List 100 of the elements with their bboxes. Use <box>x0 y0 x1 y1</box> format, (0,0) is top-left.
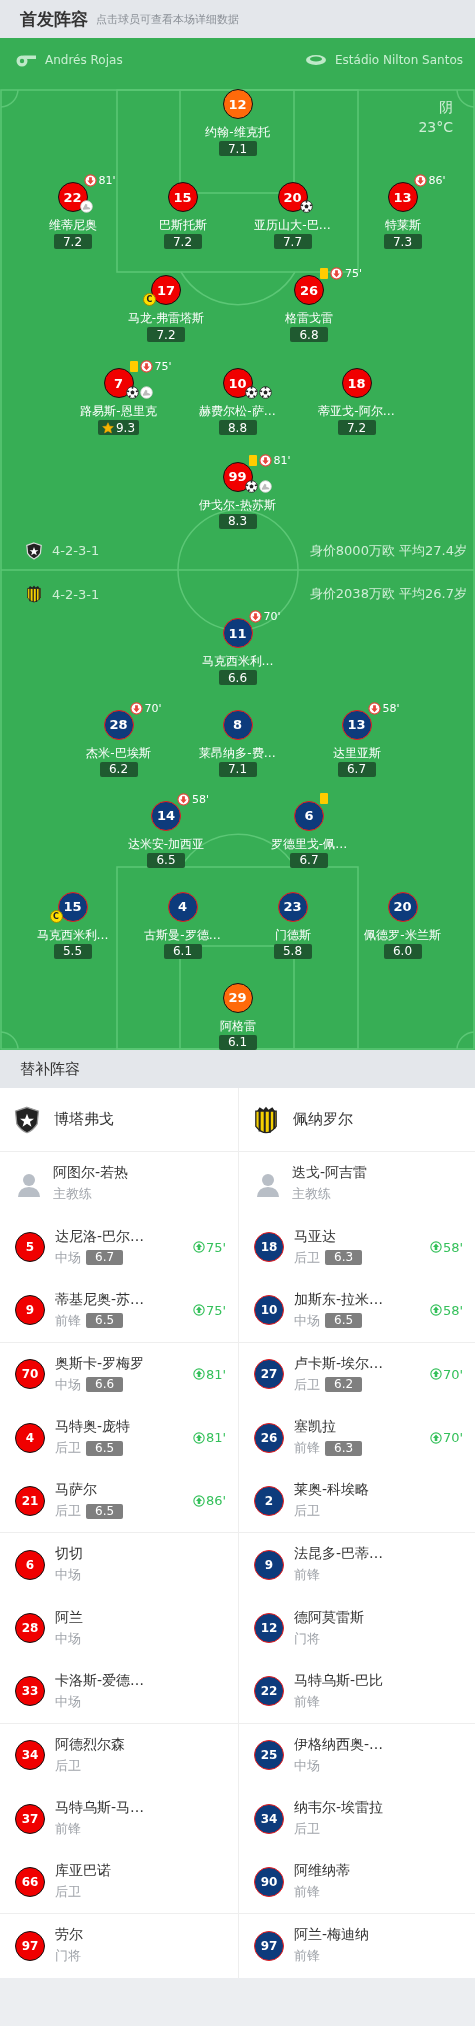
rating-value: 6.1 <box>227 1035 248 1050</box>
player-name[interactable]: 切切 <box>55 1545 83 1564</box>
section-title: 首发阵容 <box>20 7 88 31</box>
player-name: 古斯曼-罗德… <box>144 926 221 943</box>
player-name[interactable]: 达尼洛-巴尔… <box>55 1227 145 1246</box>
player-number-badge[interactable]: 10 <box>254 1295 284 1326</box>
player-name[interactable]: 莱奥-科埃略 <box>294 1481 370 1500</box>
player-name[interactable]: 卡洛斯-爱德… <box>55 1671 145 1690</box>
rating-value: 6.1 <box>172 944 193 959</box>
player-name[interactable]: 马特乌斯-马… <box>55 1799 145 1818</box>
player-number-badge[interactable]: 18 <box>254 1232 284 1263</box>
player-name[interactable]: 劳尔 <box>55 1926 83 1945</box>
player-number-badge[interactable]: 97 <box>15 1930 45 1961</box>
player-number-badge[interactable]: 6 <box>15 1549 45 1580</box>
sub-on-icon <box>429 1304 442 1317</box>
player-number-badge[interactable]: 4 <box>15 1422 45 1453</box>
substitution-minute: 75' <box>205 1302 226 1318</box>
player-number-badge[interactable]: 37 <box>15 1803 45 1834</box>
player-name[interactable]: 蒂基尼奥-苏… <box>55 1290 145 1309</box>
temperature-text: 23°C <box>418 119 453 135</box>
player-number-badge[interactable]: 90 <box>254 1866 284 1897</box>
booking-card-icon <box>320 268 328 280</box>
player-name[interactable]: 阿维纳蒂 <box>294 1862 350 1881</box>
player-number-badge[interactable]: 70 <box>15 1359 45 1390</box>
player-name[interactable]: 马特乌斯-巴比 <box>294 1671 384 1690</box>
player-number-badge[interactable]: 23 <box>277 891 308 922</box>
player-number-badge[interactable]: 12 <box>254 1613 284 1644</box>
player-name[interactable]: 纳韦尔-埃雷拉 <box>294 1799 384 1818</box>
player-number-badge[interactable]: 7 <box>103 368 134 399</box>
player-name[interactable]: 法昆多-巴蒂… <box>294 1545 384 1564</box>
player-number-badge[interactable]: 14 <box>151 800 181 831</box>
substitution-minute: 70' <box>442 1366 463 1382</box>
player-number-badge[interactable]: 8 <box>222 709 253 740</box>
player-number-badge[interactable]: 5 <box>15 1232 45 1263</box>
player-number-badge[interactable]: 22 <box>57 182 88 213</box>
player-number-badge[interactable]: 21 <box>15 1485 45 1516</box>
player-number-badge[interactable]: 34 <box>254 1803 284 1834</box>
player-number-badge[interactable]: 20 <box>277 182 308 213</box>
player-number-badge[interactable]: 15 <box>167 182 198 213</box>
player-name[interactable]: 马萨尔 <box>55 1481 97 1500</box>
rating-value: 9.3 <box>115 420 136 435</box>
player-name[interactable]: 马亚达 <box>294 1227 336 1246</box>
player-number-badge[interactable]: 33 <box>15 1676 45 1707</box>
rating-value: 7.1 <box>227 762 248 777</box>
booking-card-icon <box>320 792 328 804</box>
player-name[interactable]: 德阿莫雷斯 <box>294 1608 364 1627</box>
player-name[interactable]: 库亚巴诺 <box>55 1862 111 1881</box>
player-name[interactable]: 奥斯卡-罗梅罗 <box>55 1354 145 1373</box>
rating-value: 5.8 <box>282 944 303 959</box>
rating-value: 7.3 <box>392 234 413 249</box>
player-number-badge[interactable]: 4 <box>167 891 198 922</box>
player-number-badge[interactable]: 25 <box>254 1740 284 1771</box>
player-name[interactable]: 阿兰-梅迪纳 <box>294 1926 370 1945</box>
player-number-badge[interactable]: 27 <box>254 1359 284 1390</box>
rating-value: 5.5 <box>62 944 83 959</box>
coach-name[interactable]: 迭戈-阿吉雷 <box>292 1164 368 1183</box>
player-number-badge[interactable]: 66 <box>15 1866 45 1897</box>
player-name[interactable]: 加斯东-拉米… <box>294 1290 384 1309</box>
player-number-badge[interactable]: 97 <box>254 1930 284 1961</box>
substitution-minute: 81' <box>205 1366 226 1382</box>
substitution-minute: 75' <box>154 360 172 374</box>
player-name: 佩德罗-米兰斯 <box>364 926 441 943</box>
player-name: 赫费尔松-萨… <box>199 403 276 420</box>
substitution-minute: 86' <box>428 174 446 188</box>
player-number-badge[interactable]: 26 <box>294 275 324 306</box>
player-name[interactable]: 伊格纳西奥-… <box>294 1735 384 1754</box>
player-number-badge[interactable]: 13 <box>341 709 372 740</box>
rating-badge: 6.3 <box>325 1440 363 1456</box>
player-number-badge[interactable]: 28 <box>103 709 134 740</box>
player-number-badge[interactable]: 26 <box>254 1422 284 1453</box>
player-name[interactable]: 塞凯拉 <box>294 1418 336 1437</box>
player-name[interactable]: 阿德烈尔森 <box>55 1735 125 1754</box>
player-number-badge[interactable]: 9 <box>15 1295 45 1326</box>
player-number-badge[interactable]: 34 <box>15 1740 45 1771</box>
coach-name[interactable]: 阿图尔-若热 <box>53 1164 129 1183</box>
player-number-badge[interactable]: 6 <box>294 800 324 831</box>
player-number-badge[interactable]: 13 <box>387 182 418 213</box>
position-text: 后卫 <box>55 1756 81 1775</box>
player-name[interactable]: 马特奥-庞特 <box>55 1418 131 1437</box>
position-text: 中场 <box>55 1566 81 1585</box>
player-number-badge[interactable]: 17 <box>151 275 181 306</box>
player-number-badge[interactable]: 22 <box>254 1676 284 1707</box>
player-number-badge[interactable]: 9 <box>254 1549 284 1580</box>
player-name[interactable]: 卢卡斯-埃尔… <box>294 1354 384 1373</box>
sub-on-icon <box>192 1431 205 1444</box>
player-number-badge[interactable]: 28 <box>15 1613 45 1644</box>
player-number-badge[interactable]: 11 <box>222 618 253 649</box>
sub-off-icon <box>248 610 262 624</box>
player-name[interactable]: 阿兰 <box>55 1608 83 1627</box>
player-number-badge[interactable]: 99 <box>222 461 253 492</box>
coach-role: 主教练 <box>292 1185 331 1204</box>
player-number-badge[interactable]: 20 <box>387 891 418 922</box>
rating-value: 6.8 <box>299 327 319 342</box>
player-number-badge[interactable]: 18 <box>341 368 372 399</box>
player-number-badge[interactable]: 10 <box>222 368 253 399</box>
player-name: 巴斯托斯 <box>158 217 207 234</box>
player-number-badge[interactable]: 2 <box>254 1485 284 1516</box>
position-text: 前锋 <box>294 1439 320 1458</box>
captain-badge: C <box>49 909 63 923</box>
ball-icon <box>299 200 313 214</box>
